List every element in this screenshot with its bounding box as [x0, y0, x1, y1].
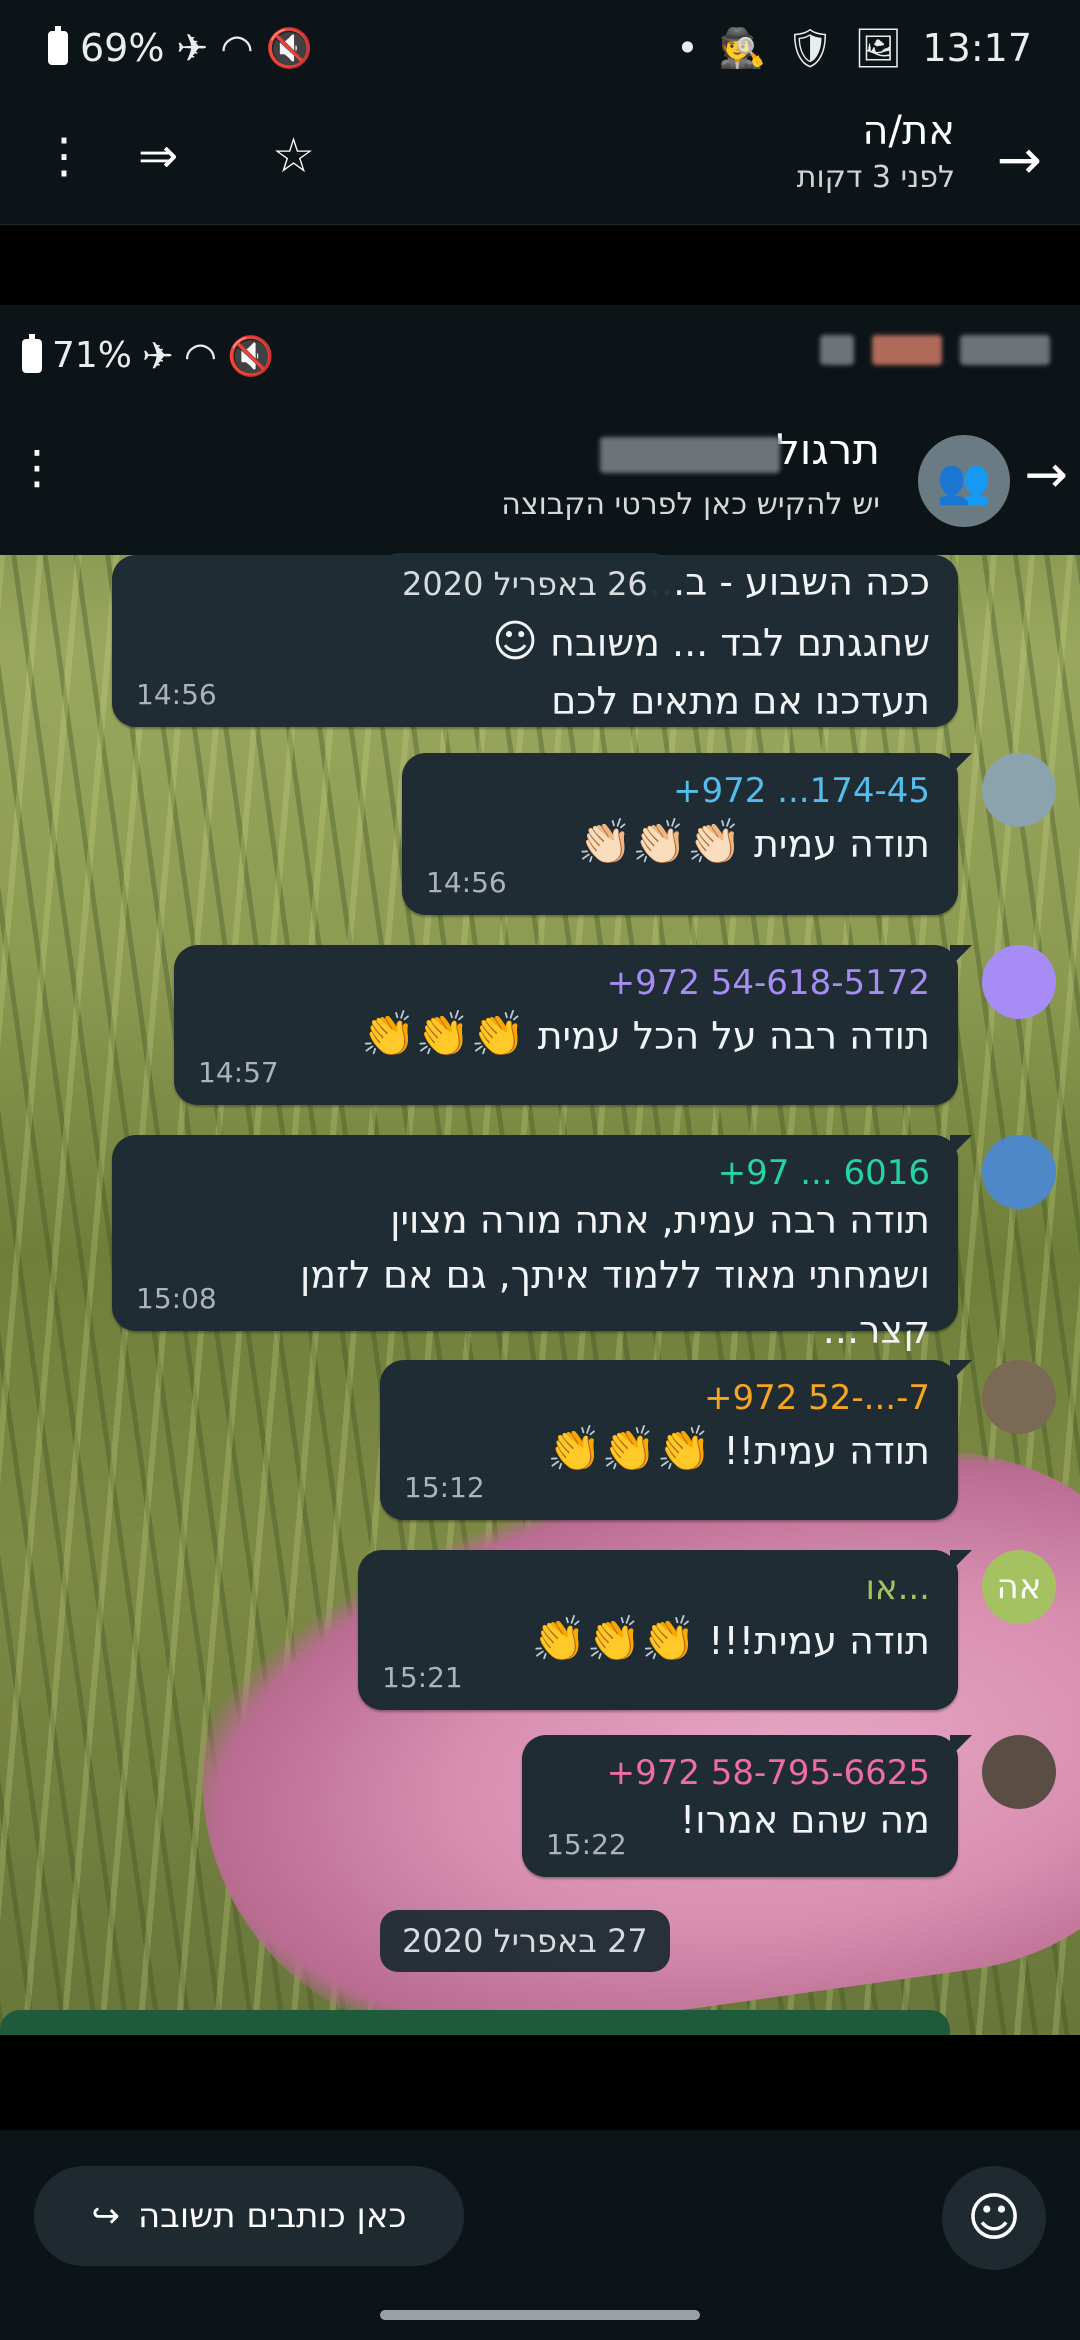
inner-status-blurred — [820, 335, 1050, 365]
group-name[interactable]: תרגול — [776, 425, 880, 474]
message-bubble[interactable]: +97 ... 6016 תודה רבה עמית, אתה מורה מצו… — [112, 1135, 972, 1352]
inner-battery-icon — [22, 333, 42, 373]
shield-icon: 🛡 — [785, 26, 835, 70]
dot-icon: • — [676, 26, 699, 70]
mute-icon: 🔇 — [265, 26, 313, 70]
reply-arrow-icon: ↪ — [91, 2196, 120, 2236]
wink-emoji: ☺ — [492, 616, 538, 668]
message-bubble[interactable]: +972 54-618-5172 תודה רבה על הכל עמית 👏👏… — [174, 945, 972, 1105]
date-chip: 27 באפריל 2020 — [380, 1910, 670, 1972]
avatar[interactable] — [982, 753, 1056, 827]
inner-status-left: 71% ✈ ◠ 🔇 — [22, 333, 275, 378]
status-left: 69% ✈ ◠ 🔇 — [48, 26, 313, 70]
message-sender[interactable]: או... — [386, 1568, 930, 1608]
chat-back-icon[interactable]: → — [1024, 445, 1068, 505]
clap-emoji: 👏🏻👏🏻👏🏻 — [577, 817, 742, 868]
message-time: 15:12 — [404, 1471, 485, 1504]
home-indicator[interactable] — [380, 2310, 700, 2320]
reply-label: כאן כותבים תשובה — [137, 2196, 407, 2236]
message-time: 14:56 — [426, 866, 507, 899]
more-options-icon[interactable]: ⋮ — [40, 132, 88, 180]
message-time: 15:21 — [382, 1661, 463, 1694]
forward-icon[interactable]: ⇒ — [138, 132, 178, 180]
viewer-subtitle: לפני 3 דקות — [796, 160, 955, 195]
star-icon[interactable]: ☆ — [272, 132, 315, 180]
message-sender[interactable]: +972 58-795-6625 — [550, 1753, 930, 1793]
avatar[interactable]: אה — [982, 1550, 1056, 1624]
date-chip: 26 באפריל 2020 — [380, 553, 670, 615]
viewer-titles: את/ה לפני 3 דקות — [797, 108, 955, 195]
avatar[interactable] — [982, 945, 1056, 1019]
avatar[interactable] — [982, 1735, 1056, 1809]
add-reaction-icon[interactable]: ☺ — [942, 2166, 1046, 2270]
message-bubble[interactable]: +972 52-...-7 תודה עמית!! 👏👏👏 15:12 — [380, 1360, 972, 1520]
message-text: תודה עמית!! 👏👏👏 — [547, 1424, 930, 1475]
bottom-bar: כאן כותבים תשובה ↪ ☺ — [0, 2130, 1080, 2340]
chat-more-icon[interactable]: ⋮ — [14, 440, 60, 494]
message-sender[interactable]: +972 52-...-7 — [408, 1378, 930, 1418]
message-sender[interactable]: +972 54-618-5172 — [202, 963, 930, 1003]
message-text: תודה רבה עמית, אתה מורה מצוין ושמחתי מאו… — [299, 1198, 930, 1353]
group-subtitle[interactable]: יש להקיש כאן לפרטי הקבוצה — [501, 487, 880, 522]
inner-battery-percent: 71% — [52, 335, 133, 376]
embedded-screenshot: 71% ✈ ◠ 🔇 ⋮ תרגול יש להקיש כאן לפרטי הקב… — [0, 305, 1080, 2035]
message-bubble[interactable]: +972 58-795-6625 מה שהם אמרו! 15:22 — [522, 1735, 972, 1877]
clap-emoji: 👏👏👏 — [361, 1009, 526, 1060]
inner-airplane-icon: ✈ — [142, 333, 174, 378]
message-sender[interactable]: +97 ... 6016 — [140, 1153, 930, 1193]
viewer-header: ⋮ ⇒ ☆ את/ה לפני 3 דקות → — [0, 100, 1080, 225]
message-sender[interactable]: +972 ...174-45 — [430, 771, 930, 811]
battery-percent: 69% — [80, 26, 165, 70]
reply-button[interactable]: כאן כותבים תשובה ↪ — [34, 2166, 464, 2266]
message-time: 14:56 — [136, 678, 217, 711]
avatar[interactable] — [982, 1135, 1056, 1209]
message-bubble[interactable]: +972 ...174-45 תודה עמית 👏🏻👏🏻👏🏻 14:56 — [402, 753, 972, 915]
status-time: 13:17 — [922, 26, 1032, 70]
back-arrow-icon[interactable]: → — [997, 128, 1042, 191]
message-time: 14:57 — [198, 1056, 279, 1089]
inner-mute-icon: 🔇 — [227, 333, 275, 378]
viewer-title: את/ה — [862, 108, 955, 154]
clipped-bubble — [0, 2010, 950, 2035]
status-right: • 🕵 🛡 🖼 13:17 — [676, 26, 1032, 70]
message-time: 15:22 — [546, 1828, 627, 1861]
inner-wifi-icon: ◠ — [183, 333, 218, 378]
message-time: 15:08 — [136, 1282, 217, 1315]
airplane-icon: ✈ — [176, 26, 209, 70]
redacted-name — [600, 437, 780, 473]
avatar[interactable] — [982, 1360, 1056, 1434]
inner-status-bar: 71% ✈ ◠ 🔇 — [0, 305, 1080, 405]
incognito-icon: 🕵 — [718, 26, 766, 70]
battery-icon — [48, 26, 68, 65]
clap-emoji: 👏👏👏 — [547, 1424, 712, 1475]
message-text: תודה עמית!!! 👏👏👏 — [531, 1614, 930, 1665]
clap-emoji: 👏👏👏 — [531, 1614, 697, 1665]
chat-header[interactable]: ⋮ תרגול יש להקיש כאן לפרטי הקבוצה 👥 → — [0, 405, 1080, 555]
message-bubble[interactable]: או... תודה עמית!!! 👏👏👏 15:21 — [358, 1550, 972, 1710]
message-text: תודה רבה על הכל עמית 👏👏👏 — [361, 1009, 930, 1060]
wifi-icon: ◠ — [220, 26, 254, 70]
image-icon: 🖼 — [854, 26, 903, 70]
group-avatar-icon[interactable]: 👥 — [918, 435, 1010, 527]
status-bar: 69% ✈ ◠ 🔇 • 🕵 🛡 🖼 13:17 — [0, 0, 1080, 100]
